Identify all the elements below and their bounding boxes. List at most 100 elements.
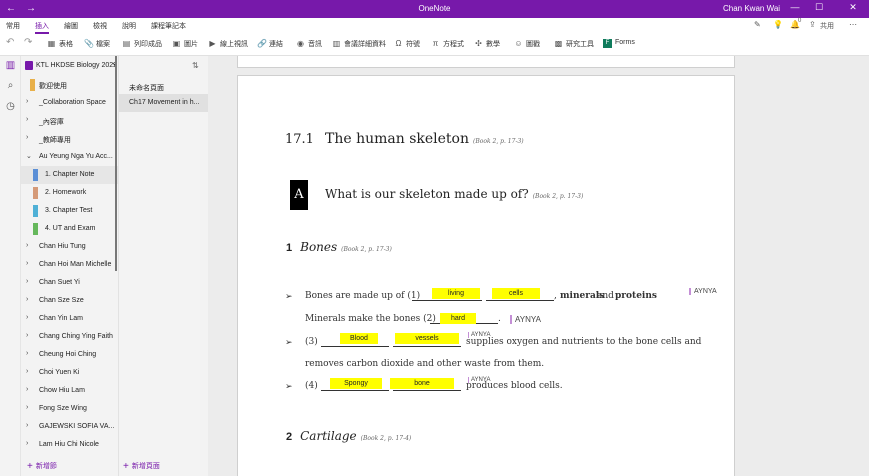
sidebar-item-section[interactable]: › Chan Hiu Tung — [21, 238, 118, 256]
bullet-marker: ➢ — [285, 381, 293, 391]
undo-icon[interactable]: ↶ — [6, 37, 14, 48]
chevron-right-icon[interactable]: › — [26, 368, 28, 375]
tab-insert[interactable]: 插入 — [35, 21, 49, 34]
sidebar-item-section[interactable]: ⌄ Au Yeung Nga Yu Acc... — [21, 148, 118, 166]
link-icon: 🔗 — [257, 39, 267, 48]
tab-help[interactable]: 說明 — [122, 21, 136, 31]
researcher-button[interactable]: ▩ 研究工具 — [554, 39, 594, 49]
share-button[interactable]: 共用 — [820, 21, 834, 31]
sidebar-item-section[interactable]: › Chan Hoi Man Michelle — [21, 256, 118, 274]
paperclip-icon: 📎 — [84, 39, 94, 48]
sidebar-item-section[interactable]: 1. Chapter Note — [21, 166, 118, 184]
chevron-right-icon[interactable]: › — [26, 314, 28, 321]
insert-file-button[interactable]: 📎 檔案 — [84, 39, 110, 49]
sidebar-item-section[interactable]: › Cheung Hoi Ching — [21, 346, 118, 364]
chevron-right-icon[interactable]: › — [26, 134, 28, 141]
insert-meeting-details-button[interactable]: ▥ 會議詳細資料 — [332, 39, 386, 49]
chevron-right-icon[interactable]: › — [26, 242, 28, 249]
text-line: (3) — [305, 337, 318, 347]
sections-scrollbar[interactable] — [115, 56, 117, 271]
audio-icon: ◉ — [297, 39, 304, 48]
close-icon[interactable]: ✕ — [846, 2, 860, 13]
highlighted-answer[interactable]: bone — [390, 378, 454, 389]
answer-blank — [412, 300, 482, 301]
sidebar-item-section[interactable]: 4. UT and Exam — [21, 220, 118, 238]
sort-icon[interactable]: ⇅ — [192, 61, 199, 70]
notebook-selector[interactable]: KTL HKDSE Biology 2022 筆記本 ⌄ — [25, 58, 140, 72]
table-icon: ▦ — [47, 39, 56, 48]
sidebar-item-section[interactable]: › Chang Ching Ying Faith — [21, 328, 118, 346]
insert-symbol-button[interactable]: Ω 符號 — [394, 39, 421, 49]
notebooks-icon[interactable]: ▥ — [4, 60, 17, 71]
sidebar-item-section[interactable]: › Chow Hiu Lam — [21, 382, 118, 400]
chevron-right-icon[interactable]: › — [26, 404, 28, 411]
highlighted-answer[interactable]: cells — [492, 288, 540, 299]
share-icon[interactable]: ⇪ — [809, 20, 816, 29]
section-color-tab — [33, 169, 38, 181]
sidebar-item-section[interactable]: › _教師專用 — [21, 130, 118, 148]
page-item-selected[interactable]: Ch17 Movement in h... — [119, 94, 208, 112]
insert-online-video-button[interactable]: ▶ 線上視訊 — [208, 39, 248, 49]
heading-title: The human skeleton (Book 2, p. 17-3) — [325, 131, 524, 147]
forms-button[interactable]: F Forms — [603, 39, 635, 48]
answer-blank — [321, 390, 389, 391]
highlighted-answer[interactable]: vessels — [395, 333, 459, 344]
tab-class-notebook[interactable]: 課程筆記本 — [151, 21, 186, 31]
chevron-right-icon[interactable]: › — [26, 98, 28, 105]
sidebar-item-section[interactable]: › Chan Yin Lam — [21, 310, 118, 328]
pen-icon[interactable]: ✎ — [754, 20, 761, 29]
chevron-right-icon[interactable]: › — [26, 332, 28, 339]
highlighted-answer[interactable]: living — [432, 288, 480, 299]
insert-picture-label: 圖片 — [184, 41, 198, 48]
sidebar-item-section[interactable]: › GAJEWSKI SOFIA VA... — [21, 418, 118, 436]
sidebar-item-label: Choi Yuen Ki — [39, 369, 80, 376]
sidebar-item-section[interactable]: › Chan Suet Yi — [21, 274, 118, 292]
chevron-right-icon[interactable]: › — [26, 422, 28, 429]
sidebar-item-section[interactable]: › Choi Yuen Ki — [21, 364, 118, 382]
chevron-right-icon[interactable]: › — [26, 440, 28, 447]
insert-sticker-button[interactable]: ☺ 圖戳 — [514, 39, 540, 49]
tab-view[interactable]: 檢視 — [93, 21, 107, 31]
chevron-down-icon[interactable]: ⌄ — [26, 152, 32, 160]
tab-draw[interactable]: 繪圖 — [64, 21, 78, 31]
chevron-right-icon[interactable]: › — [26, 278, 28, 285]
insert-link-button[interactable]: 🔗 連結 — [257, 39, 283, 49]
section-title-text: What is our skeleton made up of? — [325, 187, 529, 201]
recent-icon[interactable]: ◷ — [4, 101, 17, 112]
insert-printout-button[interactable]: ▤ 列印成品 — [122, 39, 162, 49]
highlighted-answer[interactable]: Spongy — [330, 378, 382, 389]
sidebar-item-label: Au Yeung Nga Yu Acc... — [39, 153, 113, 160]
user-name[interactable]: Chan Kwan Wai — [723, 4, 780, 13]
tab-home[interactable]: 常用 — [6, 21, 20, 31]
chevron-right-icon[interactable]: › — [26, 350, 28, 357]
math-icon: ✣ — [475, 39, 482, 48]
redo-icon[interactable]: ↷ — [24, 37, 32, 48]
search-icon[interactable]: ⌕ — [4, 80, 17, 91]
more-icon[interactable]: ⋯ — [849, 20, 857, 29]
insert-table-button[interactable]: ▦ 表格 — [47, 39, 73, 49]
sidebar-item-section[interactable]: 2. Homework — [21, 184, 118, 202]
maximize-icon[interactable]: ☐ — [812, 2, 826, 13]
chevron-right-icon[interactable]: › — [26, 116, 28, 123]
minimize-icon[interactable]: — — [788, 2, 802, 12]
add-section-button[interactable]: + 新增節 — [27, 461, 57, 472]
sidebar-item-section[interactable]: › Fong Sze Wing — [21, 400, 118, 418]
insert-audio-button[interactable]: ◉ 音訊 — [296, 39, 322, 49]
lightbulb-icon[interactable]: 💡 — [773, 20, 783, 29]
sidebar-item-section[interactable]: 3. Chapter Test — [21, 202, 118, 220]
math-button[interactable]: ✣ 數學 — [474, 39, 500, 49]
sidebar-item-section[interactable]: › Chan Sze Sze — [21, 292, 118, 310]
chevron-right-icon[interactable]: › — [26, 260, 28, 267]
insert-picture-button[interactable]: ▣ 圖片 — [172, 39, 198, 49]
chevron-right-icon[interactable]: › — [26, 386, 28, 393]
add-page-button[interactable]: + 新增頁面 — [123, 461, 160, 472]
sidebar-item-section[interactable]: › _內容庫 — [21, 112, 118, 130]
sidebar-item-section[interactable]: 歡迎使用 — [21, 76, 118, 94]
highlighted-answer[interactable]: hard — [440, 313, 476, 324]
sidebar-item-label: _內容庫 — [39, 119, 64, 126]
highlighted-answer[interactable]: Blood — [340, 333, 378, 344]
chevron-right-icon[interactable]: › — [26, 296, 28, 303]
sidebar-item-section[interactable]: › _Collaboration Space — [21, 94, 118, 112]
insert-equation-button[interactable]: π 方程式 — [431, 39, 464, 49]
sidebar-item-section[interactable]: › Lam Hiu Chi Nicole — [21, 436, 118, 454]
